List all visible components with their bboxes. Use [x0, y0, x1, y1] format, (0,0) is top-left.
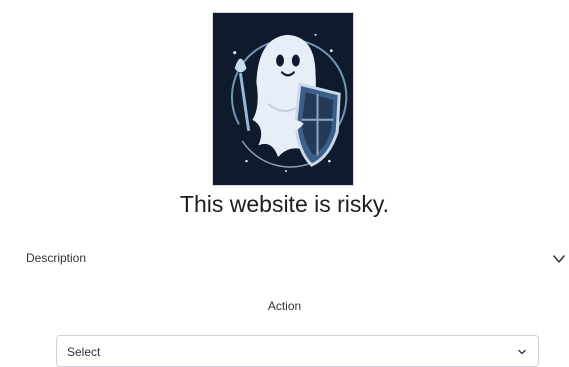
chevron-down-icon[interactable]	[549, 249, 569, 269]
action-select[interactable]: Select	[56, 335, 539, 367]
description-label: Description	[26, 251, 87, 265]
action-select-value: Select	[67, 345, 101, 359]
action-label: Action	[267, 299, 302, 313]
description-accordion[interactable]: Description	[26, 249, 569, 271]
ghost-with-shield-icon	[213, 13, 353, 185]
chevron-down-icon	[516, 345, 528, 357]
page-title: This website is risky.	[179, 191, 390, 217]
ghost-logo-image	[212, 12, 354, 186]
